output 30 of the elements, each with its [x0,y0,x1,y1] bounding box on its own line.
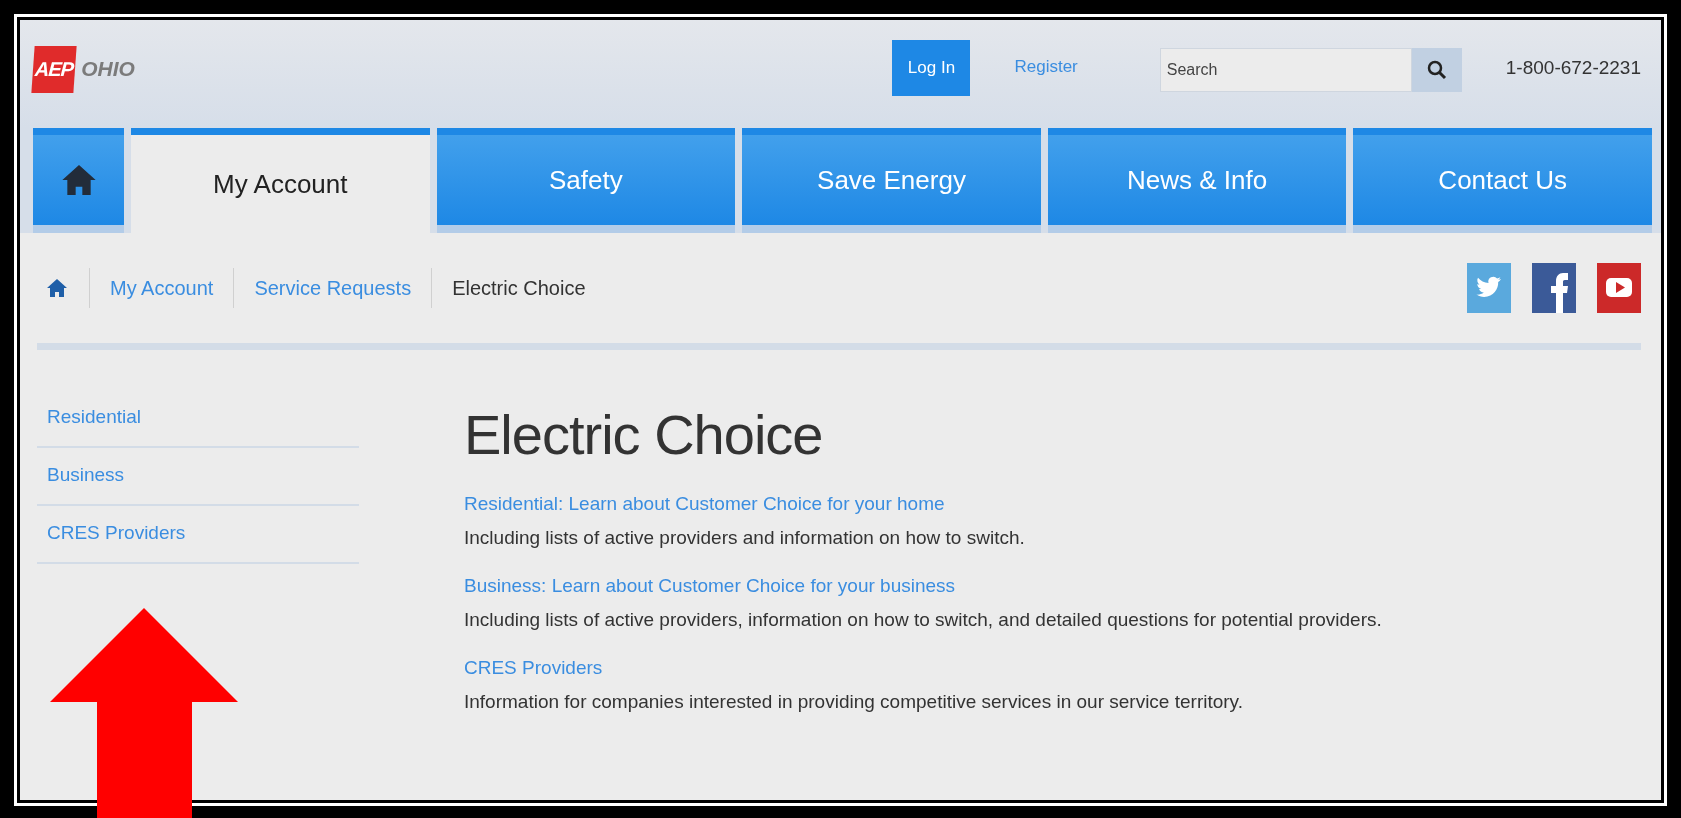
twitter-icon[interactable] [1467,263,1511,313]
section-description: Including lists of active providers and information on how to switch. [464,527,1026,549]
home-tab[interactable] [33,128,124,233]
facebook-icon[interactable] [1532,263,1576,313]
sidebar-item[interactable]: CRES Providers [37,506,359,564]
nav-tab[interactable]: Safety [436,128,736,233]
youtube-icon[interactable] [1597,263,1641,313]
breadcrumb-current: Electric Choice [452,276,586,300]
section-description: Including lists of active providers, information on how to switch, and detailed questions for potential providers. [464,609,1382,631]
sidebar-item[interactable]: Business [37,448,359,506]
logo[interactable]: AEP OHIO [33,45,135,93]
section-link[interactable]: Residential: Learn about Customer Choice for your home [464,493,1382,515]
search-icon [1426,60,1447,80]
phone-number: 1-800-672-2231 [1505,57,1641,79]
breadcrumb-link[interactable]: Service Requests [254,276,412,300]
nav-tab[interactable]: My Account [131,128,430,233]
home-icon[interactable] [45,276,69,300]
search-button[interactable] [1411,48,1462,92]
section-description: Information for companies interested in providing competitive services in our service territory. [464,691,1244,713]
section-link[interactable]: CRES Providers [464,657,1382,679]
nav-tab[interactable]: Save Energy [742,128,1041,233]
register-link[interactable]: Register [1014,57,1078,77]
nav-tab[interactable]: News & Info [1047,128,1347,233]
login-button[interactable]: Log In [892,40,971,96]
search-field[interactable]: Search [1159,48,1412,92]
nav-tab[interactable]: Contact Us [1353,128,1652,233]
sidebar-item[interactable]: Residential [37,390,359,448]
breadcrumb-link[interactable]: My Account [110,276,214,300]
page-title: Electric Choice [464,402,824,467]
section-link[interactable]: Business: Learn about Customer Choice for your business [464,575,1382,597]
